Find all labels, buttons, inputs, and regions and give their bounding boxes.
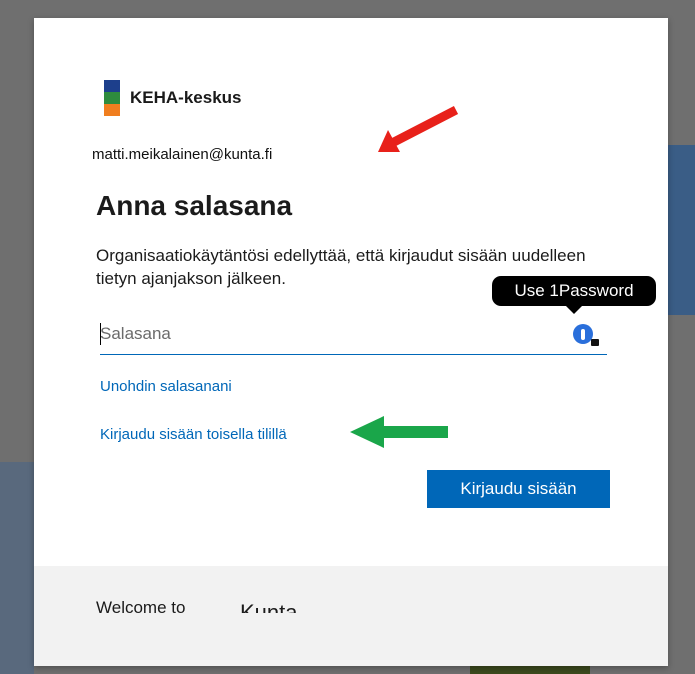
text-cursor <box>100 323 101 345</box>
1password-icon[interactable] <box>573 324 599 346</box>
password-manager-tooltip: Use 1Password <box>492 276 656 314</box>
footer-banner: Welcome to Kunta <box>34 566 668 666</box>
sign-in-button[interactable]: Kirjaudu sisään <box>427 470 610 508</box>
page-title: Anna salasana <box>96 190 293 221</box>
green-arrow-annotation <box>350 416 448 448</box>
keha-logo-icon <box>104 80 120 116</box>
sign-in-other-account-link[interactable]: Kirjaudu sisään toisella tilillä <box>100 426 287 443</box>
red-arrow-annotation <box>378 106 459 152</box>
logo-text: KEHA-keskus <box>130 88 242 107</box>
footer-welcome-text: Welcome to <box>96 598 186 617</box>
forgot-password-link[interactable]: Unohdin salasanani <box>100 378 232 395</box>
password-input[interactable] <box>100 316 560 352</box>
sign-in-card: KEHA-keskus matti.meikalainen@kunta.fi A… <box>34 18 668 666</box>
organization-logo: KEHA-keskus <box>104 80 242 116</box>
background-panel <box>0 462 34 674</box>
background-window-edge <box>668 145 695 315</box>
account-email: matti.meikalainen@kunta.fi <box>92 146 273 163</box>
footer-brand-text: Kunta <box>240 600 298 613</box>
lock-icon <box>591 339 599 346</box>
password-field <box>100 316 607 355</box>
